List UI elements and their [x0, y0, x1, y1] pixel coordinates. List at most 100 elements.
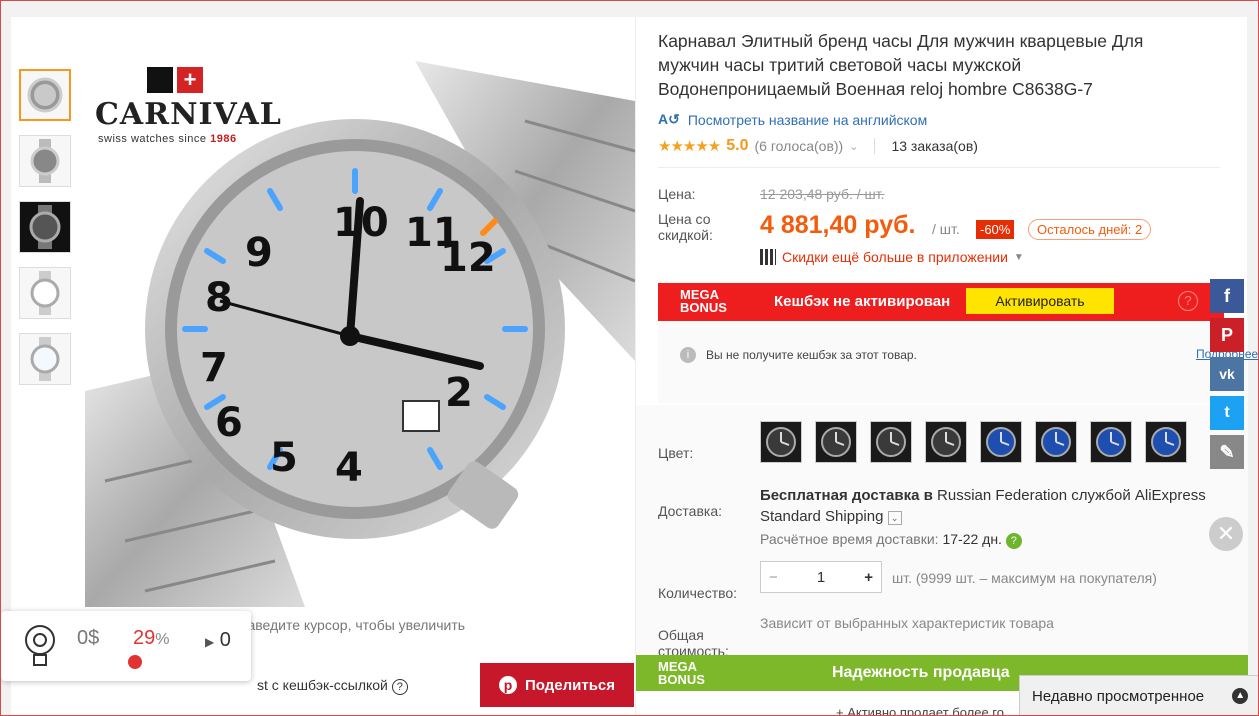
widget-money: 0$ [77, 627, 100, 649]
play-icon[interactable]: ▶ [205, 635, 214, 649]
total-value: Зависит от выбранных характеристик товар… [760, 615, 1054, 631]
thumbnail[interactable] [19, 135, 71, 187]
plus-button[interactable]: + [864, 569, 873, 586]
svg-text:8: 8 [205, 275, 233, 321]
cashback-widget: 0$ 29% ▶ 0 [1, 611, 251, 681]
svg-text:6: 6 [215, 400, 243, 446]
color-swatch[interactable] [1090, 421, 1132, 463]
activate-button[interactable]: Активировать [966, 288, 1114, 314]
price-unit: / шт. [932, 221, 960, 237]
quantity-label: Количество: [658, 585, 738, 601]
watch-swatch-icon [1041, 427, 1071, 457]
thumbnail[interactable] [19, 333, 71, 385]
swiss-cross-icon: + [177, 67, 203, 93]
product-options: Цвет: Доставка: Бесплатная доставка в Ru… [636, 405, 1248, 659]
help-icon[interactable]: ? [1005, 533, 1022, 549]
widget-percent: 29% [133, 627, 170, 649]
delivery-eta: Расчётное время доставки: 17-22 дн. ? [760, 531, 1022, 549]
color-swatch[interactable] [760, 421, 802, 463]
share-button[interactable]: p Поделиться [480, 663, 634, 707]
color-swatch[interactable] [870, 421, 912, 463]
color-swatch[interactable] [925, 421, 967, 463]
color-swatch[interactable] [1035, 421, 1077, 463]
color-swatch[interactable] [980, 421, 1022, 463]
rating-row: ★★★★★ 5.0 (6 голоса(ов)) ⌄ 13 заказа(ов) [658, 137, 978, 155]
pinterest-icon[interactable]: P [1210, 318, 1244, 352]
translate-link[interactable]: A↺ Посмотреть название на английском [658, 111, 927, 128]
chevron-down-icon[interactable]: ⌄ [849, 140, 858, 153]
watch-swatch-icon [821, 427, 851, 457]
cashback-info: i Вы не получите кешбэк за этот товар. П… [658, 321, 1258, 403]
globe-icon [147, 67, 173, 93]
svg-text:7: 7 [200, 345, 228, 391]
main-product-image[interactable]: 101112 987 654 2 + CARNIVAL swiss watche… [85, 61, 635, 607]
watch-thumb-icon [30, 139, 60, 183]
rating-votes[interactable]: (6 голоса(ов)) [755, 138, 844, 154]
svg-text:2: 2 [445, 370, 473, 416]
color-swatch[interactable] [1145, 421, 1187, 463]
minus-button[interactable]: − [769, 569, 778, 586]
vk-icon[interactable]: vk [1210, 357, 1244, 391]
thumbnail[interactable] [19, 267, 71, 319]
rating-score: 5.0 [726, 137, 749, 154]
seller-title: Надежность продавца [832, 664, 1010, 681]
brand-tagline: swiss watches since 1986 [98, 133, 237, 145]
quantity-info: шт. (9999 шт. – максимум на покупателя) [892, 570, 1157, 586]
thumbnail-list [19, 69, 75, 399]
close-icon[interactable]: ✕ [1209, 517, 1243, 551]
sad-face-icon[interactable] [128, 655, 142, 669]
thumbnail[interactable] [19, 69, 71, 121]
discount-badge: -60% [976, 220, 1015, 239]
brand-logo: + CARNIVAL swiss watches since 1986 [95, 67, 281, 147]
price-label: Цена: [658, 186, 696, 202]
facebook-icon[interactable]: f [1210, 279, 1244, 313]
svg-text:4: 4 [335, 445, 363, 491]
recently-viewed-bar[interactable]: Недавно просмотренное ▲ [1019, 675, 1258, 715]
product-title: Карнавал Элитный бренд часы Для мужчин к… [658, 31, 1144, 99]
divider [658, 167, 1220, 168]
twitter-icon[interactable]: t [1210, 396, 1244, 430]
app-deal-link[interactable]: Скидки ещё больше в приложении ▼ [760, 249, 1024, 265]
zoom-hint: ○ Наведите курсор, чтобы увеличить [225, 617, 466, 633]
divider [874, 138, 876, 154]
lightbulb-icon [25, 625, 55, 666]
pinterest-icon: p [498, 676, 517, 694]
quantity-stepper[interactable]: − 1 + [760, 561, 882, 593]
watch-swatch-icon [766, 427, 796, 457]
discount-price: 4 881,40 руб. [760, 211, 916, 239]
social-share-bar: f P vk t ✎ [1210, 279, 1244, 474]
seller-note: + Активно продает более го [836, 705, 1004, 716]
chevron-down-icon[interactable]: ⌄ [887, 511, 902, 525]
pencil-icon[interactable]: ✎ [1210, 435, 1244, 469]
watch-swatch-icon [931, 427, 961, 457]
translate-icon: A↺ [658, 111, 680, 127]
delivery-info: Бесплатная доставка в Russian Federation… [760, 487, 1206, 525]
mega-bonus-bar: MEGA BONUS Кешбэк не активирован Активиро… [658, 283, 1224, 321]
caret-down-icon: ▼ [1013, 251, 1024, 263]
chevron-up-icon[interactable]: ▲ [1232, 688, 1249, 704]
cashback-status: Кешбэк не активирован [774, 293, 951, 310]
color-swatch[interactable] [815, 421, 857, 463]
help-icon: ? [391, 679, 408, 695]
share-label: Поделиться [524, 676, 616, 694]
watch-thumb-icon [30, 271, 60, 315]
watch-swatch-icon [1151, 427, 1181, 457]
quantity-value[interactable]: 1 [817, 569, 825, 586]
help-icon[interactable]: ? [1178, 291, 1198, 311]
svg-text:5: 5 [270, 435, 298, 481]
watch-swatch-icon [986, 427, 1016, 457]
watch-swatch-icon [1096, 427, 1126, 457]
watch-swatch-icon [876, 427, 906, 457]
thumbnail[interactable] [19, 201, 71, 253]
svg-text:9: 9 [245, 230, 273, 276]
cashback-info-text: Вы не получите кешбэк за этот товар. [706, 348, 917, 362]
mega-bonus-logo: MEGA BONUS [658, 659, 705, 687]
mega-bonus-logo: MEGA BONUS [680, 287, 727, 315]
product-info: Карнавал Элитный бренд часы Для мужчин к… [635, 17, 1258, 716]
discount-price-label: Цена со скидкой: [658, 211, 713, 243]
browser-frame: 101112 987 654 2 + CARNIVAL swiss watche… [0, 0, 1259, 716]
cashback-link[interactable]: st с кешбэк-ссылкой ? [257, 677, 408, 695]
watch-thumb-icon [30, 337, 60, 381]
days-left-badge: Осталось дней: 2 [1028, 219, 1152, 240]
orders-count: 13 заказа(ов) [891, 138, 978, 154]
